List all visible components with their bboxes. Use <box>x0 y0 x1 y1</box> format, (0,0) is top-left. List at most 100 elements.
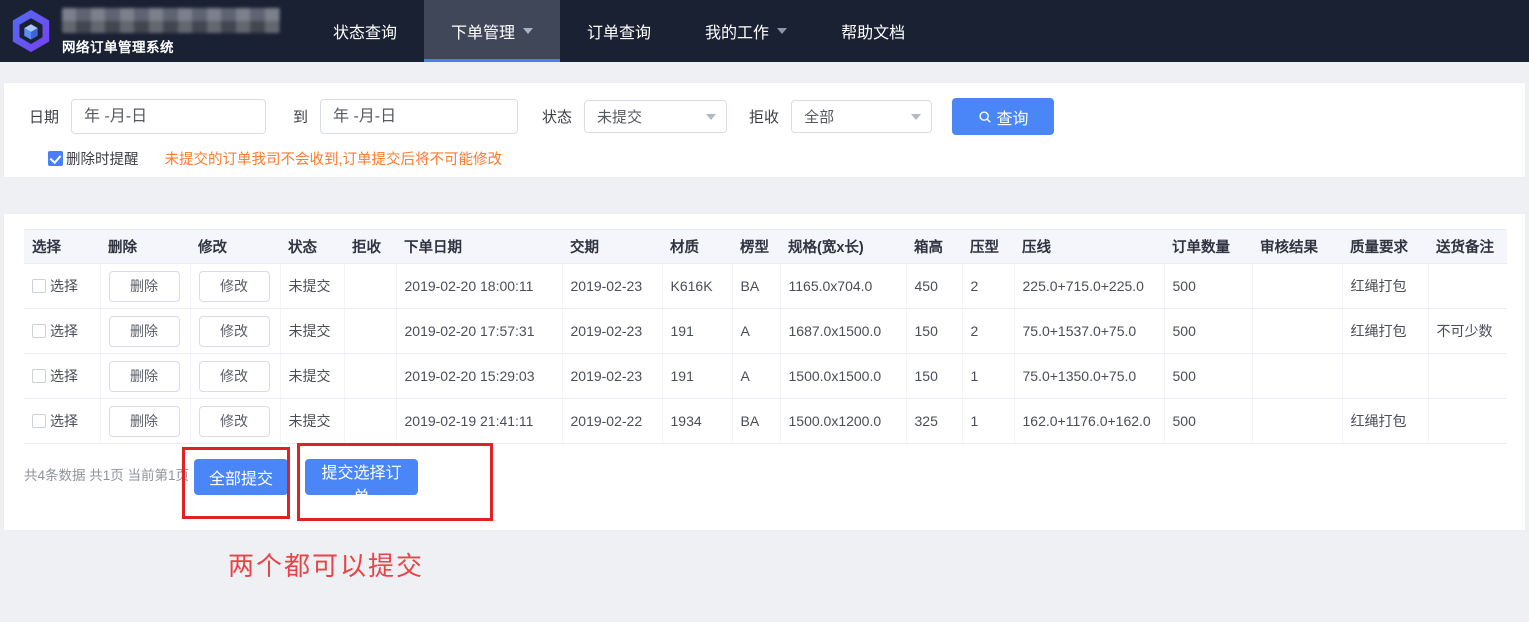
row-select-checkbox[interactable] <box>32 369 46 383</box>
nav-item-order-query[interactable]: 订单查询 <box>560 0 678 62</box>
cell-material: 1934 <box>662 399 732 444</box>
cell-reject <box>344 309 396 354</box>
reject-label: 拒收 <box>749 106 779 127</box>
nav-item-my-work[interactable]: 我的工作 <box>678 0 814 62</box>
column-header-16: 送货备注 <box>1428 230 1507 264</box>
table-header-row: 选择删除修改状态拒收下单日期交期材质楞型规格(宽x长)箱高压型压线订单数量审核结… <box>24 230 1507 264</box>
cell-quality-requirement: 红绳打包 <box>1342 399 1428 444</box>
row-select-checkbox[interactable] <box>32 414 46 428</box>
cell-delivery-note <box>1428 399 1507 444</box>
cell-material: 191 <box>662 309 732 354</box>
date-from-input[interactable] <box>71 99 266 134</box>
column-header-15: 质量要求 <box>1342 230 1428 264</box>
annotation-note-text: 两个都可以提交 <box>228 546 424 583</box>
cell-reject <box>344 264 396 309</box>
cell-quality-requirement: 红绳打包 <box>1342 309 1428 354</box>
remind-checkbox-checked-icon[interactable] <box>48 151 63 166</box>
cell-delete: 删除 <box>100 399 190 444</box>
search-button[interactable]: 查询 <box>952 98 1054 135</box>
cell-modify: 修改 <box>190 309 280 354</box>
cell-select: 选择 <box>24 354 100 399</box>
row-select-label: 选择 <box>50 366 78 386</box>
status-label: 状态 <box>542 106 572 127</box>
row-select-checkbox[interactable] <box>32 324 46 338</box>
chevron-down-icon <box>777 28 787 34</box>
cell-order-date: 2019-02-20 18:00:11 <box>396 264 562 309</box>
cell-box-height: 325 <box>906 399 962 444</box>
column-header-12: 压线 <box>1014 230 1164 264</box>
cell-delete: 删除 <box>100 309 190 354</box>
row-select-label: 选择 <box>50 411 78 431</box>
column-header-11: 压型 <box>962 230 1014 264</box>
system-subtitle: 网络订单管理系统 <box>62 36 174 56</box>
cell-press-line: 225.0+715.0+225.0 <box>1014 264 1164 309</box>
modify-button[interactable]: 修改 <box>199 271 270 302</box>
cell-press-type: 1 <box>962 354 1014 399</box>
cell-press-line: 75.0+1537.0+75.0 <box>1014 309 1164 354</box>
row-select-checkbox[interactable] <box>32 279 46 293</box>
cell-select: 选择 <box>24 399 100 444</box>
column-header-2: 修改 <box>190 230 280 264</box>
brand: 网络订单管理系统 <box>0 0 292 62</box>
cell-delivery-note <box>1428 354 1507 399</box>
column-header-3: 状态 <box>280 230 344 264</box>
cell-audit-result <box>1252 399 1342 444</box>
cell-order-date: 2019-02-19 21:41:11 <box>396 399 562 444</box>
delete-button[interactable]: 删除 <box>109 316 180 347</box>
cell-audit-result <box>1252 309 1342 354</box>
cell-press-type: 1 <box>962 399 1014 444</box>
cell-press-line: 75.0+1350.0+75.0 <box>1014 354 1164 399</box>
table-row: 选择 删除 修改 未提交 2019-02-19 21:41:11 2019-02… <box>24 399 1507 444</box>
date-label: 日期 <box>29 106 59 127</box>
reject-select-value: 全部 <box>804 106 834 127</box>
reject-select[interactable]: 全部 <box>791 100 932 133</box>
annotation-highlight-box-submit-all <box>182 447 290 519</box>
nav-item-order-management[interactable]: 下单管理 <box>424 0 560 62</box>
cell-select: 选择 <box>24 264 100 309</box>
column-header-5: 下单日期 <box>396 230 562 264</box>
delete-button[interactable]: 删除 <box>109 361 180 392</box>
cell-box-height: 450 <box>906 264 962 309</box>
delete-button[interactable]: 删除 <box>109 271 180 302</box>
filter-panel: 日期 到 状态 未提交 拒收 全部 查询 删除时提醒 未提交的订单我司不会收到,… <box>3 82 1526 178</box>
modify-button[interactable]: 修改 <box>199 361 270 392</box>
cell-flute-type: BA <box>732 264 780 309</box>
orders-table: 选择删除修改状态拒收下单日期交期材质楞型规格(宽x长)箱高压型压线订单数量审核结… <box>24 229 1507 444</box>
column-header-14: 审核结果 <box>1252 230 1342 264</box>
cell-delivery-note: 不可少数 <box>1428 309 1507 354</box>
warning-text: 未提交的订单我司不会收到,订单提交后将不可能修改 <box>165 148 503 169</box>
cell-status: 未提交 <box>280 264 344 309</box>
modify-button[interactable]: 修改 <box>199 316 270 347</box>
cell-order-date: 2019-02-20 15:29:03 <box>396 354 562 399</box>
cell-status: 未提交 <box>280 309 344 354</box>
search-button-label: 查询 <box>997 105 1029 129</box>
cell-delivery-note <box>1428 264 1507 309</box>
cell-press-type: 2 <box>962 264 1014 309</box>
date-to-input[interactable] <box>320 99 518 134</box>
remind-checkbox-label: 删除时提醒 <box>66 148 139 169</box>
modify-button[interactable]: 修改 <box>199 406 270 437</box>
to-label: 到 <box>293 106 308 127</box>
cell-order-date: 2019-02-20 17:57:31 <box>396 309 562 354</box>
cell-size: 1687.0x1500.0 <box>780 309 906 354</box>
table-row: 选择 删除 修改 未提交 2019-02-20 15:29:03 2019-02… <box>24 354 1507 399</box>
cell-status: 未提交 <box>280 354 344 399</box>
cell-status: 未提交 <box>280 399 344 444</box>
column-header-6: 交期 <box>562 230 662 264</box>
status-select[interactable]: 未提交 <box>584 100 727 133</box>
cell-order-quantity: 500 <box>1164 399 1252 444</box>
nav-item-status-query[interactable]: 状态查询 <box>306 0 424 62</box>
cell-delete: 删除 <box>100 264 190 309</box>
brand-text: 网络订单管理系统 <box>60 7 285 55</box>
cell-quality-requirement <box>1342 354 1428 399</box>
cell-box-height: 150 <box>906 354 962 399</box>
cell-order-quantity: 500 <box>1164 354 1252 399</box>
nav-item-help-docs[interactable]: 帮助文档 <box>814 0 932 62</box>
delete-button[interactable]: 删除 <box>109 406 180 437</box>
cell-delete: 删除 <box>100 354 190 399</box>
cell-delivery-date: 2019-02-23 <box>562 309 662 354</box>
pagination-summary: 共4条数据 共1页 当前第1页 <box>24 458 189 494</box>
chevron-down-icon <box>523 28 533 34</box>
cell-delivery-date: 2019-02-23 <box>562 354 662 399</box>
cell-audit-result <box>1252 264 1342 309</box>
